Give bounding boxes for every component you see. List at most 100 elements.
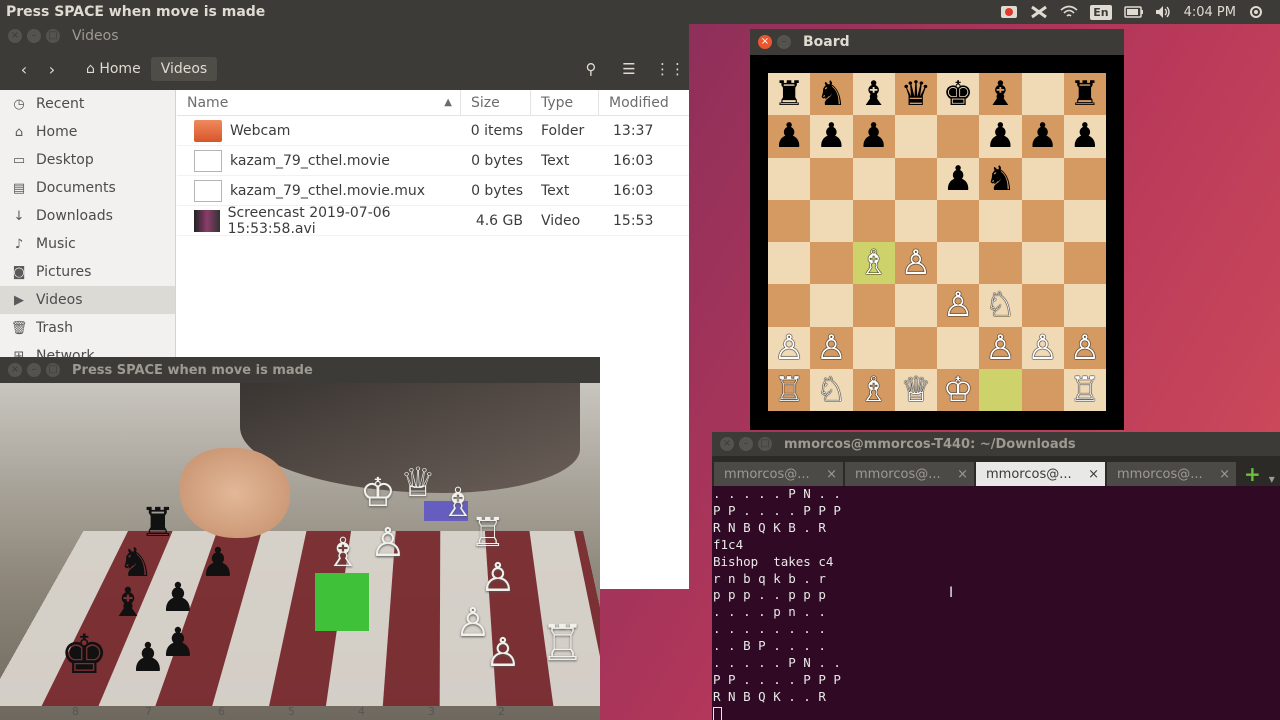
white-piece[interactable]: ♗ xyxy=(858,373,888,407)
board-square[interactable] xyxy=(768,158,810,200)
board-square[interactable]: ♔ xyxy=(937,369,979,411)
close-tab-icon[interactable]: × xyxy=(1219,467,1230,482)
board-square[interactable] xyxy=(853,158,895,200)
sidebar-item-recent[interactable]: ◷ Recent xyxy=(0,90,175,118)
terminal-tab[interactable]: mmorcos@... × xyxy=(845,462,974,486)
keyboard-language-indicator[interactable]: En xyxy=(1090,5,1111,20)
board-square[interactable] xyxy=(979,200,1021,242)
chess-board[interactable]: ♜ ♞ ♝ ♛ ♚ ♝ ♜ ♟ ♟ ♟ ♟ ♟ ♟ ♟ ♞ ♗ ♙ ♙ ♘ ♙ ♙ ♙ ♙ ♙ ♖ ♘ ♗ ♕ ♔ ♖ xyxy=(768,73,1106,411)
white-piece[interactable]: ♙ xyxy=(1070,331,1100,365)
board-square[interactable] xyxy=(937,115,979,157)
board-square[interactable]: ♖ xyxy=(1064,369,1106,411)
board-square[interactable] xyxy=(1022,200,1064,242)
board-square[interactable] xyxy=(768,200,810,242)
board-square[interactable] xyxy=(937,242,979,284)
board-square[interactable] xyxy=(853,327,895,369)
board-square[interactable] xyxy=(895,284,937,326)
white-piece[interactable]: ♘ xyxy=(816,373,846,407)
close-tab-icon[interactable]: × xyxy=(957,467,968,482)
close-tab-icon[interactable]: × xyxy=(1088,467,1099,482)
black-piece[interactable]: ♟ xyxy=(858,119,888,153)
board-square[interactable] xyxy=(853,200,895,242)
board-square[interactable]: ♟ xyxy=(979,115,1021,157)
board-square[interactable] xyxy=(1064,242,1106,284)
black-piece[interactable]: ♟ xyxy=(943,162,973,196)
white-piece[interactable]: ♘ xyxy=(985,288,1015,322)
close-icon[interactable]: × xyxy=(758,35,772,49)
maximize-icon[interactable]: □ xyxy=(46,363,60,377)
white-piece[interactable]: ♙ xyxy=(985,331,1015,365)
board-square[interactable] xyxy=(853,284,895,326)
board-square[interactable] xyxy=(895,327,937,369)
black-piece[interactable]: ♚ xyxy=(943,77,973,111)
breadcrumb-home[interactable]: ⌂ Home xyxy=(76,57,151,81)
terminal-tab-active[interactable]: mmorcos@... × xyxy=(976,462,1105,486)
board-square[interactable]: ♝ xyxy=(979,73,1021,115)
close-tab-icon[interactable]: × xyxy=(826,467,837,482)
minimize-icon[interactable]: – xyxy=(27,29,41,43)
board-square[interactable] xyxy=(810,158,852,200)
board-square[interactable] xyxy=(810,242,852,284)
board-square[interactable] xyxy=(1064,158,1106,200)
terminal-output[interactable]: . . . . . P N . .P P . . . . P P PR N B … xyxy=(712,486,1280,720)
board-square[interactable]: ♛ xyxy=(895,73,937,115)
board-square[interactable]: ♟ xyxy=(853,115,895,157)
board-square[interactable]: ♟ xyxy=(768,115,810,157)
board-square[interactable]: ♜ xyxy=(1064,73,1106,115)
sidebar-item-pictures[interactable]: ◙ Pictures xyxy=(0,258,175,286)
grid-view-icon[interactable]: ⋮⋮ xyxy=(655,60,679,78)
board-square[interactable] xyxy=(1064,284,1106,326)
black-piece[interactable]: ♜ xyxy=(774,77,804,111)
minimize-icon[interactable]: – xyxy=(27,363,41,377)
board-square[interactable] xyxy=(1022,242,1064,284)
board-square[interactable]: ♙ xyxy=(937,284,979,326)
wifi-icon[interactable] xyxy=(1060,5,1078,19)
board-square[interactable]: ♖ xyxy=(768,369,810,411)
close-icon[interactable]: × xyxy=(8,363,22,377)
white-piece[interactable]: ♙ xyxy=(1027,331,1057,365)
back-icon[interactable]: ‹ xyxy=(10,60,38,79)
battery-icon[interactable] xyxy=(1124,5,1142,19)
board-square[interactable] xyxy=(937,200,979,242)
board-square[interactable]: ♜ xyxy=(768,73,810,115)
board-square[interactable]: ♞ xyxy=(810,73,852,115)
column-size[interactable]: Size xyxy=(461,90,531,116)
file-row[interactable]: kazam_79_cthel.movie 0 bytes Text 16:03 xyxy=(177,146,689,176)
board-square[interactable] xyxy=(810,200,852,242)
file-row[interactable]: kazam_79_cthel.movie.mux 0 bytes Text 16… xyxy=(177,176,689,206)
black-piece[interactable]: ♟ xyxy=(985,119,1015,153)
board-square[interactable]: ♞ xyxy=(979,158,1021,200)
board-square[interactable]: ♙ xyxy=(1022,327,1064,369)
minimize-icon[interactable]: – xyxy=(739,437,753,451)
board-square[interactable] xyxy=(895,115,937,157)
file-row[interactable]: Webcam 0 items Folder 13:37 xyxy=(177,116,689,146)
board-square[interactable] xyxy=(937,327,979,369)
white-piece[interactable]: ♖ xyxy=(1070,373,1100,407)
board-square[interactable] xyxy=(768,242,810,284)
new-tab-icon[interactable]: + xyxy=(1244,462,1261,486)
sidebar-item-trash[interactable]: 🗑 Trash xyxy=(0,314,175,342)
white-piece[interactable]: ♙ xyxy=(774,331,804,365)
white-piece[interactable]: ♖ xyxy=(774,373,804,407)
board-square[interactable]: ♟ xyxy=(1022,115,1064,157)
black-piece[interactable]: ♝ xyxy=(858,77,888,111)
board-square[interactable]: ♟ xyxy=(1064,115,1106,157)
list-view-icon[interactable]: ☰ xyxy=(617,60,641,78)
white-piece[interactable]: ♗ xyxy=(858,246,888,280)
board-square[interactable] xyxy=(895,200,937,242)
board-square[interactable]: ♙ xyxy=(895,242,937,284)
search-icon[interactable]: ⚲ xyxy=(579,60,603,78)
white-piece[interactable]: ♙ xyxy=(901,246,931,280)
board-square[interactable]: ♗ xyxy=(853,242,895,284)
board-square[interactable]: ♙ xyxy=(979,327,1021,369)
board-square[interactable]: ♚ xyxy=(937,73,979,115)
black-piece[interactable]: ♜ xyxy=(1070,77,1100,111)
board-square[interactable] xyxy=(1022,369,1064,411)
terminal-tab[interactable]: mmorcos@... × xyxy=(1107,462,1236,486)
forward-icon[interactable]: › xyxy=(38,60,66,79)
board-square[interactable]: ♕ xyxy=(895,369,937,411)
white-piece[interactable]: ♙ xyxy=(943,288,973,322)
board-square[interactable] xyxy=(979,242,1021,284)
white-piece[interactable]: ♔ xyxy=(943,373,973,407)
column-type[interactable]: Type xyxy=(531,90,599,116)
